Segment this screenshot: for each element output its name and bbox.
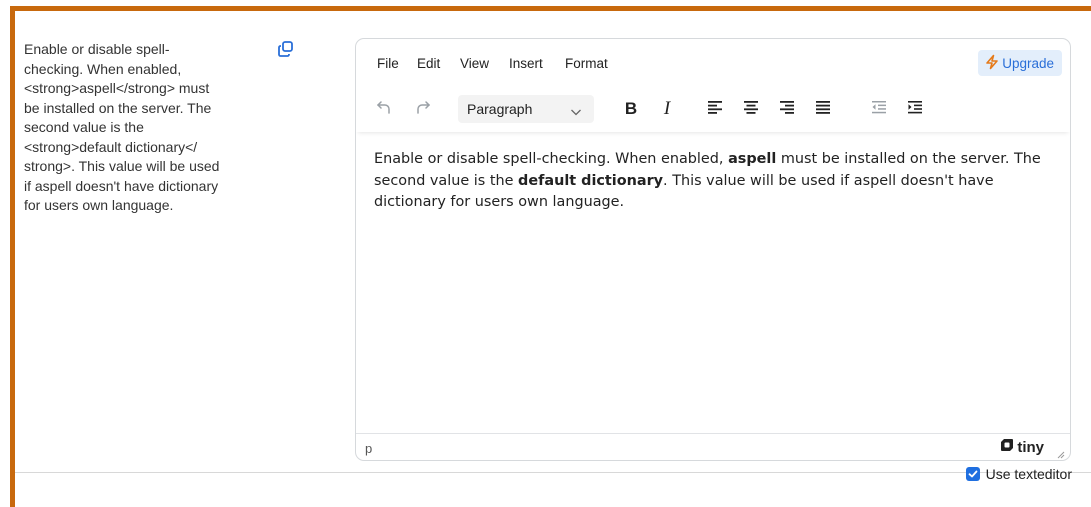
rich-text-editor: File Edit View Insert Format Upgrade Par… [355,38,1071,461]
menu-file[interactable]: File [377,56,399,71]
copy-icon[interactable] [277,40,295,58]
italic-icon: I [663,98,671,119]
block-format-select[interactable]: Paragraph [458,95,594,123]
menu-format[interactable]: Format [565,56,608,71]
bold-button[interactable]: B [617,95,645,123]
italic-button[interactable]: I [653,95,681,123]
align-left-button[interactable] [701,95,729,123]
align-justify-icon [815,100,831,119]
align-right-icon [779,100,795,119]
editor-menubar: File Edit View Insert Format Upgrade [356,39,1070,87]
redo-icon [414,98,432,121]
content-bold-aspell: aspell [728,151,777,167]
content-bold-default-dictionary: default dictionary [518,172,664,189]
outdent-icon [871,100,887,119]
content-text: Enable or disable spell-checking. When e… [374,151,729,167]
redo-button[interactable] [409,95,437,123]
use-texteditor-checkbox[interactable] [965,467,980,481]
lightning-icon [984,54,1000,73]
tiny-brand-link[interactable]: tiny [1000,438,1044,456]
editor-statusbar: p tiny [356,433,1070,460]
use-texteditor-option: Use texteditor [965,466,1072,482]
row-divider [15,472,1091,473]
setting-description: Enable or disable spell- checking. When … [24,41,220,213]
upgrade-button[interactable]: Upgrade [978,50,1062,76]
align-center-button[interactable] [737,95,765,123]
brand-label: tiny [1017,438,1044,456]
tiny-logo-icon [1000,438,1014,456]
menu-view[interactable]: View [460,56,489,71]
outdent-button[interactable] [865,95,893,123]
block-format-value: Paragraph [467,101,533,117]
undo-icon [375,98,393,121]
align-justify-button[interactable] [809,95,837,123]
use-texteditor-label[interactable]: Use texteditor [986,466,1072,482]
indent-icon [907,100,923,119]
indent-button[interactable] [901,95,929,123]
bold-icon: B [624,99,638,118]
align-left-icon [707,100,723,119]
editor-content-area[interactable]: Enable or disable spell-checking. When e… [374,149,1052,214]
menu-edit[interactable]: Edit [417,56,440,71]
element-path[interactable]: p [365,441,372,456]
align-center-icon [743,100,759,119]
chevron-down-icon [570,104,582,120]
menu-insert[interactable]: Insert [509,56,543,71]
highlight-border-top [10,6,1091,11]
resize-handle-icon[interactable] [1055,446,1065,459]
checkmark-icon [968,470,978,478]
align-right-button[interactable] [773,95,801,123]
upgrade-label: Upgrade [1002,55,1054,71]
highlight-border-left [10,6,15,507]
undo-button[interactable] [370,95,398,123]
editor-toolbar: Paragraph B I [356,87,1070,132]
